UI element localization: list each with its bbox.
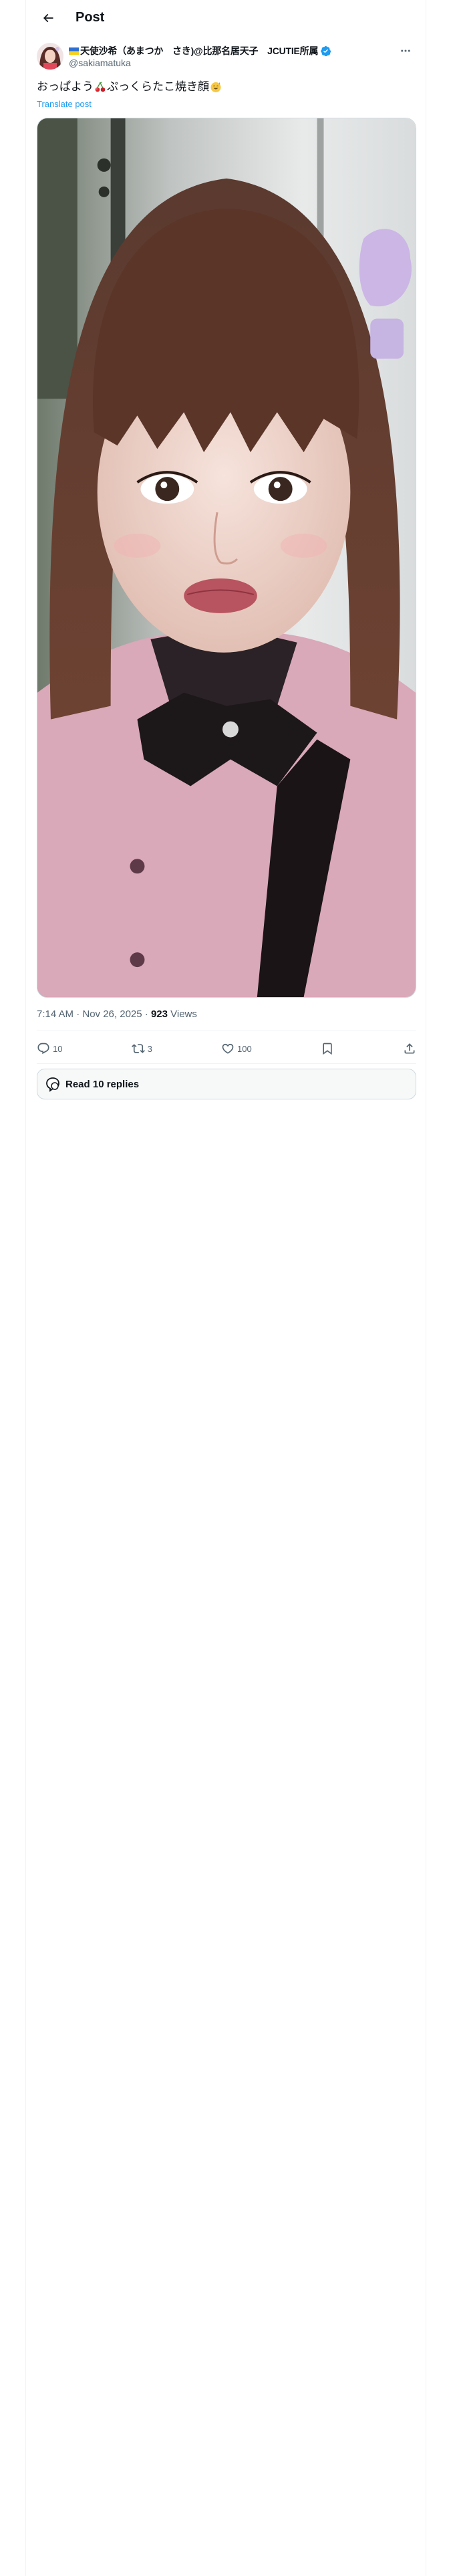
more-button[interactable] (396, 44, 415, 58)
bookmark-icon (323, 1043, 332, 1055)
share-button[interactable] (403, 1042, 416, 1055)
translate-post-link[interactable]: Translate post (37, 99, 92, 109)
author-name[interactable]: 天使沙希（あまつか さき)@比那名居天子 JCUTIE所属 (80, 44, 319, 58)
post-text: おっぱよう ぷっくらたこ焼き顔 (37, 80, 222, 94)
action-bar: 10 3 100 (37, 1035, 416, 1062)
sweat-smile-emoji-icon (210, 81, 222, 93)
post-text-part1: おっぱよう (37, 80, 94, 93)
reply-icon (37, 1043, 49, 1055)
views-count: 923 (150, 1008, 168, 1020)
views-label: Views (167, 1008, 197, 1020)
repost-icon (131, 1044, 145, 1053)
author-name-line: 天使沙希（あまつか さき)@比那名居天子 JCUTIE所属 (69, 44, 331, 58)
post-photo[interactable] (37, 118, 416, 998)
heart-icon (222, 1043, 234, 1054)
post-text-part2: ぷっくらたこ焼き顔 (107, 80, 209, 93)
share-icon (404, 1043, 415, 1054)
ukraine-flag-icon (69, 47, 79, 55)
bookmark-button[interactable] (321, 1042, 334, 1055)
post-author: 天使沙希（あまつか さき)@比那名居天子 JCUTIE所属 @sakiamatu… (37, 43, 416, 72)
top-bar: Post (26, 0, 427, 35)
reply-button[interactable]: 10 (37, 1042, 62, 1055)
divider-bottom (37, 1063, 416, 1064)
verified-badge-icon[interactable] (320, 45, 331, 57)
read-replies-label: Read 10 replies (65, 1078, 140, 1090)
reply-count: 10 (53, 1043, 63, 1054)
repost-count: 3 (147, 1043, 152, 1054)
cherries-emoji-icon (94, 81, 106, 93)
like-button[interactable]: 100 (221, 1042, 252, 1055)
post-timestamp[interactable]: 7:14 AM · Nov 26, 2025 · (37, 1008, 151, 1020)
arrow-left-icon (43, 13, 53, 22)
repost-button[interactable]: 3 (131, 1042, 152, 1055)
author-handle[interactable]: @sakiamatuka (69, 58, 131, 68)
page-title: Post (76, 10, 105, 25)
avatar[interactable] (37, 43, 63, 70)
post-meta: 7:14 AM · Nov 26, 2025 · 923 Views (37, 1008, 197, 1020)
read-replies-button[interactable]: Read 10 replies (37, 1069, 416, 1099)
more-dots-icon (401, 49, 410, 52)
back-button[interactable] (37, 7, 59, 29)
main-column: Post 天使沙希（あまつか さき)@比那名居天子 JCUTIE所属 @saki… (25, 0, 426, 2576)
like-count: 100 (237, 1043, 252, 1054)
reply-bubble-icon (46, 1077, 59, 1092)
